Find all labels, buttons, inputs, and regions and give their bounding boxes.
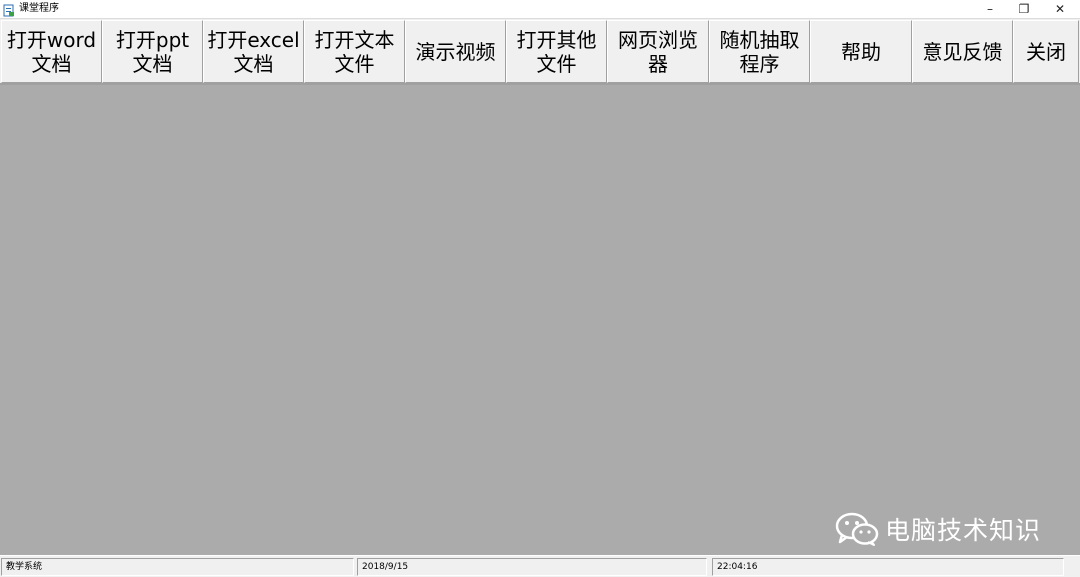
main-client-area [0,85,1080,555]
toolbar: 打开word文档 打开ppt文档 打开excel文档 打开文本文件 演示视频 打… [0,18,1080,85]
app-icon [3,2,15,17]
feedback-button[interactable]: 意见反馈 [912,20,1013,83]
open-ppt-button[interactable]: 打开ppt文档 [102,20,203,83]
status-panel-time: 22:04:16 [712,558,1064,576]
title-bar[interactable]: 课堂程序 – ❐ ✕ [0,0,1080,18]
open-excel-button[interactable]: 打开excel文档 [203,20,304,83]
watermark-text: 电脑技术知识 [885,516,1042,545]
random-draw-button[interactable]: 随机抽取程序 [709,20,810,83]
demo-video-button[interactable]: 演示视频 [405,20,506,83]
web-browser-button[interactable]: 网页浏览器 [607,20,709,83]
minimize-button[interactable]: – [975,0,1005,18]
open-other-file-button[interactable]: 打开其他文件 [506,20,607,83]
close-button[interactable]: 关闭 [1013,20,1079,83]
restore-button[interactable]: ❐ [1009,0,1039,18]
open-text-file-button[interactable]: 打开文本文件 [304,20,405,83]
wechat-icon [835,512,879,546]
open-word-button[interactable]: 打开word文档 [1,20,102,83]
watermark: 电脑技术知识 [835,512,1041,546]
status-panel-date: 2018/9/15 [357,558,707,576]
status-panel-system: 教学系统 [1,558,354,576]
close-window-button[interactable]: ✕ [1045,0,1075,18]
window-title: 课堂程序 [19,3,59,14]
status-bar: 教学系统 2018/9/15 22:04:16 [0,555,1080,577]
help-button[interactable]: 帮助 [810,20,912,83]
